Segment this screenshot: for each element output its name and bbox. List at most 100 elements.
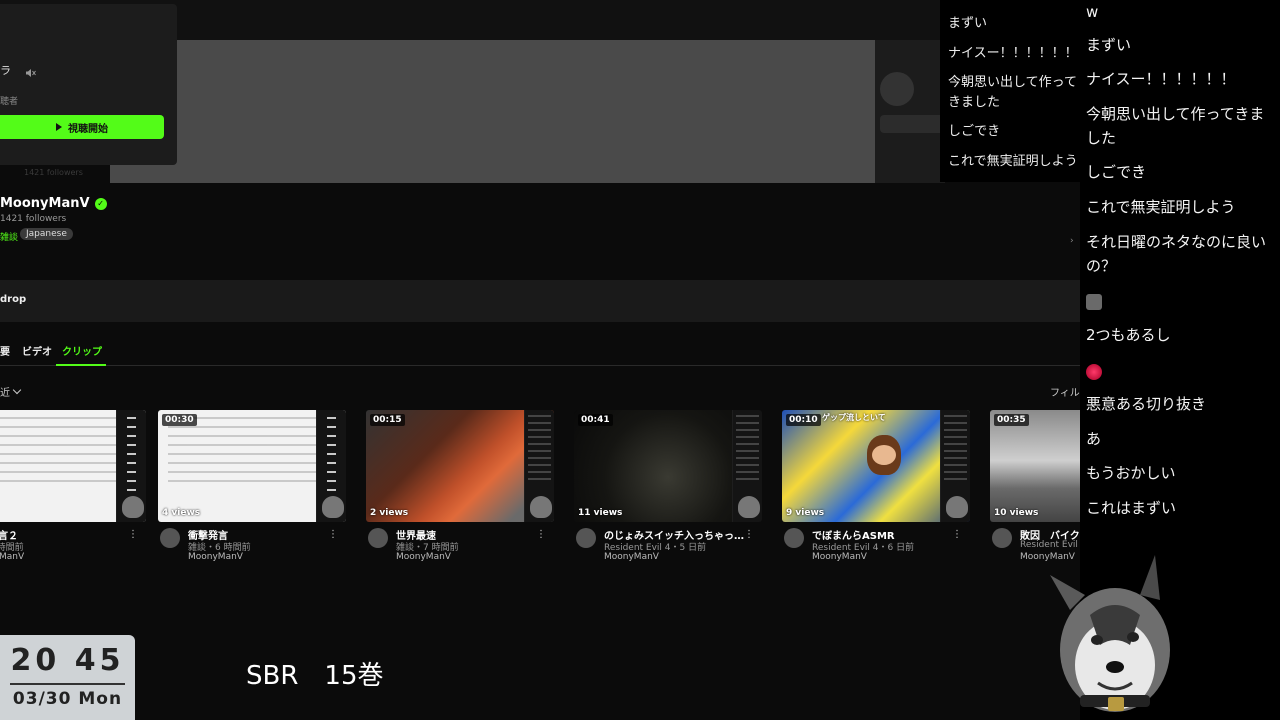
avatar-emote-icon: [1086, 294, 1102, 310]
chat-message: しごでき: [1086, 163, 1147, 181]
clip-card[interactable]: 00:35 10 views 敗因 バイク Resident Evil 4 Mo…: [990, 410, 1080, 570]
chat-message: まずい: [1086, 36, 1132, 54]
clip-thumbnail[interactable]: 00:15 2 views: [366, 410, 554, 522]
clock-date: 03/30 Mon: [12, 689, 123, 709]
clip-thumbnail[interactable]: [0, 410, 146, 522]
husky-thumb-icon: [530, 496, 552, 518]
watch-button-label: 視聴開始: [68, 123, 108, 135]
clip-author[interactable]: MoonyManV: [604, 552, 659, 562]
clip-views: 4 views: [162, 508, 201, 518]
tab-overview[interactable]: 要: [0, 343, 10, 358]
clip-duration: 00:35: [994, 414, 1029, 426]
side-panel-ghost: [875, 40, 945, 183]
clip-author[interactable]: MoonyManV: [188, 552, 243, 562]
chat-message: w: [1086, 3, 1099, 21]
monkey-face: [872, 445, 896, 465]
clip-views: 10 views: [994, 508, 1039, 518]
clip-card[interactable]: 00:30 4 views 衝撃発言 雑談・6 時間前 MoonyManV ⋮: [158, 410, 346, 562]
avatar[interactable]: [160, 528, 180, 548]
clock-widget: 20 45 03/30 Mon: [0, 635, 135, 720]
clip-thumbnail[interactable]: 00:35 10 views: [990, 410, 1080, 522]
channel-name: MoonyManV: [0, 196, 90, 211]
clip-author[interactable]: MoonyManV: [812, 552, 867, 562]
chat-message: 今朝思い出して作って: [948, 75, 1077, 90]
card-channel-name: ラ: [0, 64, 11, 77]
avatar[interactable]: [992, 528, 1012, 548]
channel-preview-card: ラ 聴者 視聴開始: [0, 4, 177, 165]
channel-tabs: 要 ビデオ クリップ: [0, 336, 1080, 366]
chat-overlay-secondary: まずい ナイスー！！！！！！ 今朝思い出して作って きました しごでき これで無…: [940, 0, 1080, 182]
husky-thumb-icon: [738, 496, 760, 518]
clip-duration: 00:30: [162, 414, 197, 426]
clip-card[interactable]: 00:41 11 views のじょみスイッチ入っちゃっ… Resident E…: [574, 410, 762, 562]
active-tab-indicator: [56, 364, 106, 366]
more-options-icon[interactable]: ⋮: [328, 529, 338, 540]
thumb-caption: ゲップ流しといて: [822, 413, 886, 422]
clip-thumbnail[interactable]: ゲップ流しといて 00:10 9 views: [782, 410, 970, 522]
watch-button[interactable]: 視聴開始: [0, 115, 164, 139]
chat-message: あ: [1086, 430, 1102, 448]
play-icon: [56, 123, 62, 131]
more-options-icon[interactable]: ⋮: [744, 529, 754, 540]
scroll-marker-icon: ›: [1070, 236, 1074, 246]
avatar[interactable]: [368, 528, 388, 548]
avatar[interactable]: [784, 528, 804, 548]
clock-time: 20 45: [10, 643, 125, 678]
stream-screen: ラ 聴者 視聴開始 1421 followers MoonyManV ✓ 142…: [0, 0, 1280, 720]
clip-card[interactable]: 発言２ 5 時間前 nyManV ⋮: [0, 410, 146, 562]
clip-author[interactable]: MoonyManV: [396, 552, 451, 562]
chat-message: 2つもあるし: [1086, 326, 1171, 344]
mute-icon[interactable]: [24, 67, 36, 79]
tab-videos[interactable]: ビデオ: [22, 343, 52, 358]
ghost-button: [880, 115, 944, 133]
chat-message: ナイスー！！！！！！: [1086, 70, 1236, 88]
chat-message: もうおかしい: [1086, 464, 1176, 482]
chevron-down-icon: [12, 385, 22, 395]
chat-message: それ日曜のネタなのに良いの？: [1086, 233, 1267, 275]
ghost-avatar: [880, 72, 914, 106]
ghost-followers: 1421 followers: [24, 168, 83, 177]
clock-divider: [10, 683, 125, 685]
chat-message: これで無実証明しよう: [948, 154, 1078, 169]
avatar[interactable]: [576, 528, 596, 548]
chat-message: きました: [948, 95, 1001, 110]
more-options-icon[interactable]: ⋮: [128, 529, 138, 540]
clip-author[interactable]: nyManV: [0, 552, 24, 562]
sort-dropdown[interactable]: 近: [0, 384, 22, 399]
more-options-icon[interactable]: ⋮: [536, 529, 546, 540]
drop-label: drop: [0, 294, 27, 305]
husky-mascot-icon: [1050, 555, 1170, 712]
clip-views: 9 views: [786, 508, 825, 518]
clip-duration: 00:41: [578, 414, 613, 426]
chat-message: 今朝思い出して作ってきました: [1086, 105, 1265, 147]
category-link[interactable]: 雑談: [0, 230, 18, 243]
clip-card[interactable]: ゲップ流しといて 00:10 9 views でぼまんらASMR Residen…: [782, 410, 970, 562]
more-options-icon[interactable]: ⋮: [952, 529, 962, 540]
sort-label: 近: [0, 388, 10, 399]
language-tag[interactable]: Japanese: [20, 228, 73, 240]
stream-caption: SBR 15巻: [246, 661, 384, 691]
chat-message: これで無実証明しよう: [1086, 198, 1236, 216]
chat-message: これはまずい: [1086, 499, 1177, 517]
chat-message: ナイスー！！！！！！: [948, 46, 1078, 61]
follower-count: 1421 followers: [0, 214, 67, 224]
clip-duration: 00:10: [786, 414, 821, 426]
clip-thumbnail[interactable]: 00:41 11 views: [574, 410, 762, 522]
filter-button[interactable]: フィル: [1050, 384, 1080, 399]
husky-thumb-icon: [122, 496, 144, 518]
husky-thumb-icon: [946, 496, 968, 518]
clip-views: 2 views: [370, 508, 409, 518]
clip-views: 11 views: [578, 508, 623, 518]
chat-message: しごでき: [948, 124, 1001, 139]
clip-thumbnail[interactable]: 00:30 4 views: [158, 410, 346, 522]
verified-icon: ✓: [94, 197, 107, 210]
clip-meta: Resident Evil 4: [1020, 540, 1080, 550]
clip-card[interactable]: 00:15 2 views 世界最速 雑談・7 時間前 MoonyManV ⋮: [366, 410, 554, 562]
card-viewer-label: 聴者: [0, 97, 19, 107]
chat-message: まずい: [948, 16, 988, 31]
channel-title[interactable]: MoonyManV ✓: [0, 196, 107, 211]
drop-section[interactable]: drop: [0, 280, 1080, 322]
tab-clips[interactable]: クリップ: [62, 343, 102, 358]
channel-banner: [110, 40, 875, 183]
clip-duration: 00:15: [370, 414, 405, 426]
